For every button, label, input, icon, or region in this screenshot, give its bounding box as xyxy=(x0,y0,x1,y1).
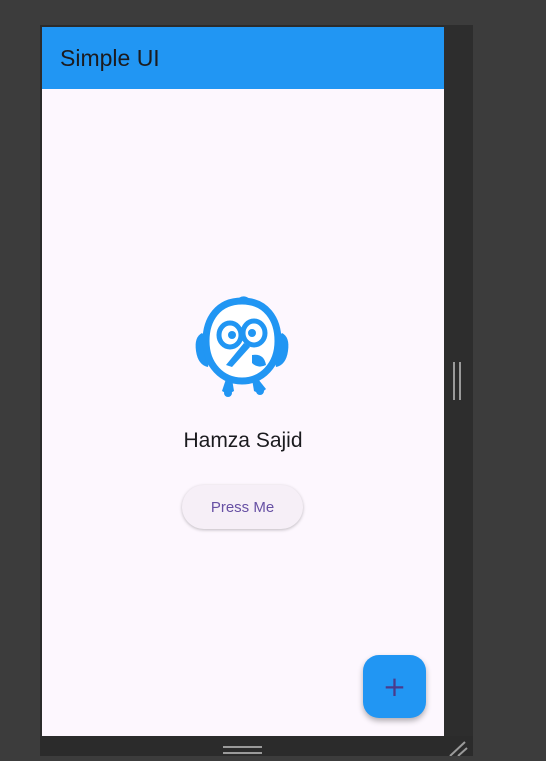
vertical-resize-handle[interactable] xyxy=(453,362,462,400)
press-me-button[interactable]: Press Me xyxy=(182,485,303,529)
app-bar: Simple UI xyxy=(42,27,444,89)
add-icon: + xyxy=(382,670,407,703)
app-screen: Simple UI Hamza Sajid Press Me + xyxy=(42,27,444,736)
profile-name: Hamza Sajid xyxy=(183,429,303,452)
app-title: Simple UI xyxy=(60,45,160,71)
add-fab-button[interactable]: + xyxy=(363,655,426,718)
horizontal-resize-handle[interactable] xyxy=(223,746,262,756)
corner-resize-icon[interactable] xyxy=(448,740,468,757)
bird-logo-icon xyxy=(192,293,292,399)
